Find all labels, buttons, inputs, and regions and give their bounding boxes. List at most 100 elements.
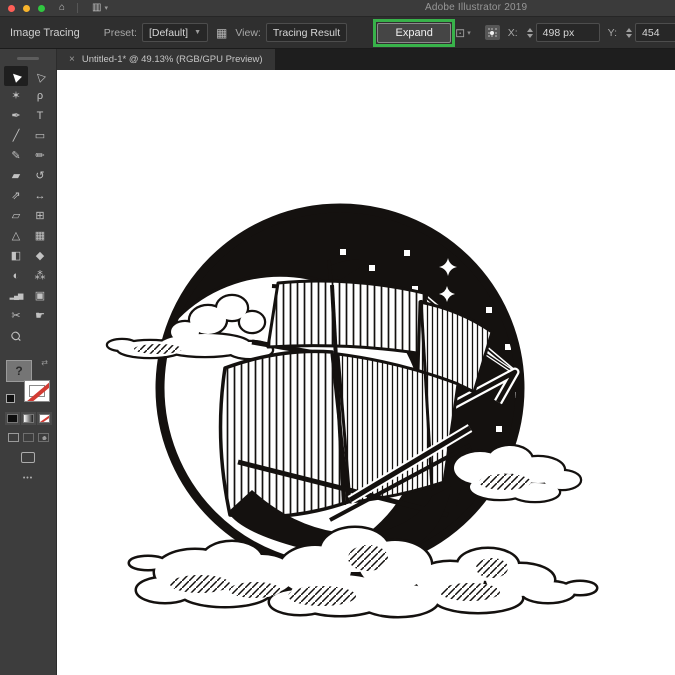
- lasso-icon: ρ: [37, 91, 43, 102]
- image-trace-panel-icon[interactable]: ▦: [216, 26, 227, 40]
- line-segment-icon: ╱: [13, 131, 20, 142]
- view-dropdown[interactable]: Tracing Result: [266, 23, 347, 42]
- tools-grid: ▶ ▷ ✶ ρ ✒ T ╱ ▭ ✎ ✏ ▰ ↺ ⇗ ↔ ▱ ⊞ △ ▦ ◧ ◆ ◐ ⁂ ▂▄▆ ▣ ✂ ☛ Ϙ: [4, 66, 52, 346]
- screen-mode-button[interactable]: [21, 452, 35, 463]
- y-stepper[interactable]: [626, 28, 632, 38]
- selection-icon: ▶: [9, 69, 23, 83]
- rotate-icon: ↺: [35, 171, 44, 182]
- tool-pencil[interactable]: ✏: [28, 146, 52, 166]
- transform-options-icon[interactable]: ⊡: [455, 26, 465, 40]
- tool-pen[interactable]: ✒: [4, 106, 28, 126]
- close-tab-icon[interactable]: ×: [69, 54, 75, 65]
- tool-eraser[interactable]: ▰: [4, 166, 28, 186]
- minimize-window-button[interactable]: [23, 5, 30, 12]
- tool-symbol-sprayer[interactable]: ⁂: [28, 266, 52, 286]
- reference-point-locator[interactable]: [485, 25, 500, 40]
- zoom-icon: Ϙ: [8, 328, 23, 343]
- toolbar-overflow-button[interactable]: •••: [23, 475, 33, 482]
- column-graph-icon: ▂▄▆: [10, 293, 23, 300]
- tool-scale[interactable]: ⇗: [4, 186, 28, 206]
- pen-icon: ✒: [11, 111, 20, 122]
- tool-blend[interactable]: ◐: [4, 266, 28, 286]
- swap-fill-stroke-icon[interactable]: ⇄: [41, 358, 48, 367]
- tool-perspective-grid[interactable]: △: [4, 226, 28, 246]
- gradient-button[interactable]: [21, 412, 36, 425]
- tool-column-graph[interactable]: ▂▄▆: [4, 286, 28, 306]
- expand-button[interactable]: Expand: [377, 23, 451, 43]
- zoom-window-button[interactable]: [38, 5, 45, 12]
- default-fill-stroke-icon[interactable]: [6, 394, 15, 403]
- draw-inside-mode[interactable]: [38, 433, 49, 442]
- x-label: X:: [508, 27, 518, 39]
- tool-eyedropper[interactable]: ◆: [28, 246, 52, 266]
- fill-swatch[interactable]: ?: [6, 360, 32, 382]
- y-input[interactable]: 454: [635, 23, 675, 42]
- tool-magic-wand[interactable]: ✶: [4, 86, 28, 106]
- tool-lasso[interactable]: ρ: [28, 86, 52, 106]
- scale-icon: ⇗: [11, 191, 20, 202]
- tool-slice[interactable]: ✂: [4, 306, 28, 326]
- free-transform-icon: ▱: [12, 211, 20, 222]
- tool-gradient[interactable]: ◧: [4, 246, 28, 266]
- fill-swatch-label: ?: [15, 364, 22, 378]
- clouds-bottom: [130, 528, 596, 616]
- draw-normal-mode[interactable]: [8, 433, 19, 442]
- direct-selection-icon: ▷: [33, 69, 47, 83]
- view-value: Tracing Result: [273, 27, 340, 39]
- color-button[interactable]: [5, 412, 20, 425]
- tools-panel-drag-handle[interactable]: [17, 57, 39, 60]
- type-icon: T: [37, 111, 44, 122]
- eraser-icon: ▰: [12, 171, 20, 182]
- tool-shape-builder[interactable]: ⊞: [28, 206, 52, 226]
- mesh-icon: ▦: [35, 231, 45, 242]
- perspective-grid-icon: △: [12, 231, 20, 242]
- width-icon: ↔: [35, 191, 46, 202]
- tool-mesh[interactable]: ▦: [28, 226, 52, 246]
- y-label: Y:: [608, 27, 617, 39]
- home-icon[interactable]: ⌂: [59, 0, 65, 16]
- document-tab-bar: × Untitled-1* @ 49.13% (RGB/GPU Preview): [57, 49, 675, 70]
- tool-zoom[interactable]: Ϙ: [4, 326, 28, 346]
- preset-dropdown[interactable]: [Default] ▼: [142, 23, 208, 42]
- paintbrush-icon: ✎: [11, 151, 20, 162]
- workspace: ▶ ▷ ✶ ρ ✒ T ╱ ▭ ✎ ✏ ▰ ↺ ⇗ ↔ ▱ ⊞ △ ▦ ◧ ◆ ◐ ⁂ ▂▄▆ ▣ ✂ ☛ Ϙ ? ⇄: [0, 49, 675, 675]
- draw-behind-mode[interactable]: [23, 433, 34, 442]
- shape-builder-icon: ⊞: [35, 211, 44, 222]
- close-window-button[interactable]: [8, 5, 15, 12]
- stroke-swatch-none[interactable]: [24, 380, 50, 402]
- tool-direct-selection[interactable]: ▷: [28, 66, 52, 86]
- expand-highlight: Expand: [373, 19, 455, 47]
- transform-section: ⊡ ▾ X: 498 px Y: 454: [455, 23, 675, 42]
- tool-rotate[interactable]: ↺: [28, 166, 52, 186]
- chevron-down-icon: ▾: [467, 29, 471, 37]
- cloud-right: [454, 446, 580, 501]
- artboard-canvas[interactable]: [57, 70, 675, 675]
- magic-wand-icon: ✶: [11, 91, 20, 102]
- color-buttons: [5, 412, 52, 425]
- tool-selection[interactable]: ▶: [4, 66, 28, 86]
- chevron-down-icon: ▼: [194, 29, 201, 36]
- slice-icon: ✂: [11, 311, 20, 322]
- document-tab[interactable]: × Untitled-1* @ 49.13% (RGB/GPU Preview): [57, 49, 275, 70]
- tool-free-transform[interactable]: ▱: [4, 206, 28, 226]
- tool-line-segment[interactable]: ╱: [4, 126, 28, 146]
- tool-artboard[interactable]: ▣: [28, 286, 52, 306]
- window-title: Adobe Illustrator 2019: [425, 0, 527, 16]
- x-stepper[interactable]: [527, 28, 533, 38]
- x-value: 498 px: [543, 27, 575, 39]
- titlebar-divider: [77, 3, 78, 13]
- hand-icon: ☛: [35, 311, 45, 322]
- view-label: View:: [235, 27, 261, 39]
- tool-rectangle[interactable]: ▭: [28, 126, 52, 146]
- tool-hand[interactable]: ☛: [28, 306, 52, 326]
- blend-icon: ◐: [13, 271, 20, 282]
- tool-width[interactable]: ↔: [28, 186, 52, 206]
- tool-type[interactable]: T: [28, 106, 52, 126]
- none-button[interactable]: [37, 412, 52, 425]
- x-input[interactable]: 498 px: [536, 23, 600, 42]
- chevron-down-icon: ▾: [105, 5, 109, 12]
- tool-paintbrush[interactable]: ✎: [4, 146, 28, 166]
- eyedropper-icon: ◆: [36, 251, 44, 262]
- workspace-switcher-icon[interactable]: ▥▾: [92, 0, 108, 17]
- traffic-lights: [8, 5, 45, 12]
